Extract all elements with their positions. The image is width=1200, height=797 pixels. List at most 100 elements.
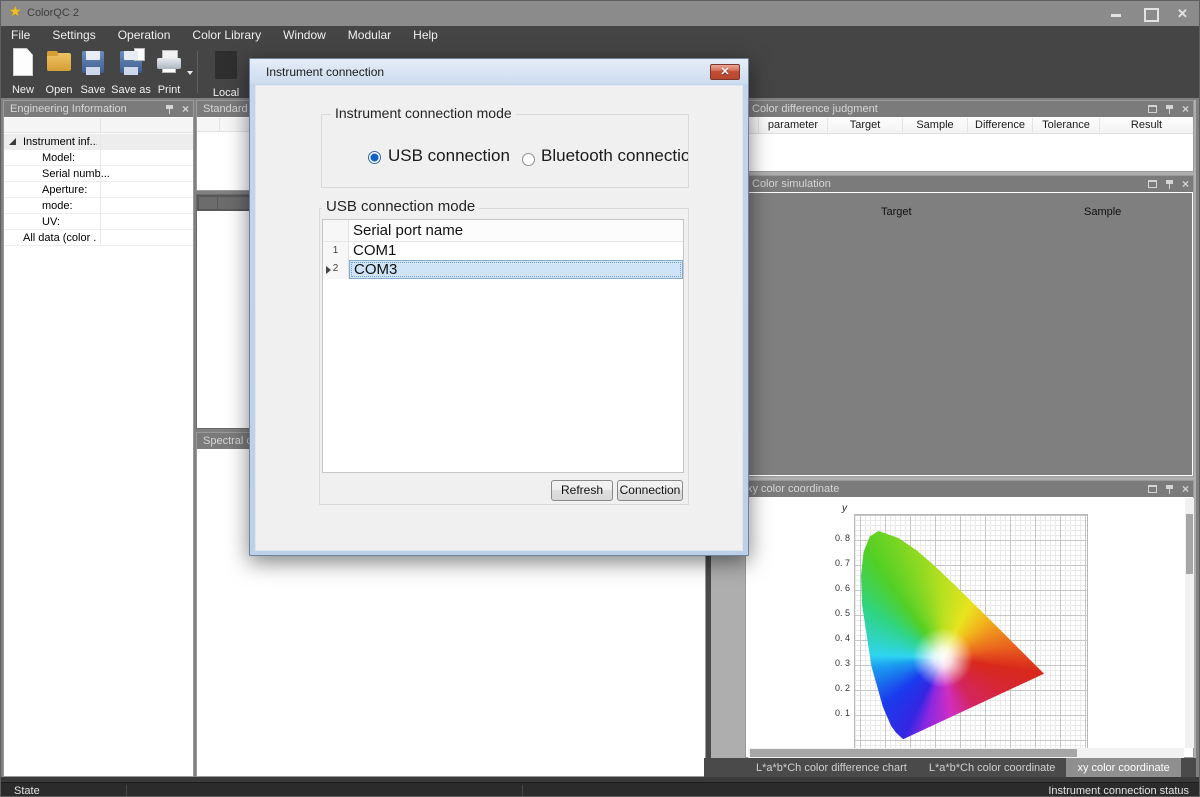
usb-connection-radio[interactable] — [368, 151, 381, 164]
column-sample[interactable]: Sample — [903, 118, 968, 133]
status-bar: State Instrument connection status — [1, 782, 1200, 797]
color-simulation-panel: Color simulation × Target Sample — [745, 175, 1194, 477]
scrollbar-thumb[interactable] — [750, 749, 1077, 757]
instrument-connection-mode-group: USB connection Bluetooth connection — [321, 114, 689, 188]
current-row-arrow-icon — [326, 266, 331, 274]
panel-close-icon[interactable]: × — [182, 104, 189, 114]
group1-label: Instrument connection mode — [331, 105, 516, 121]
group2-label: USB connection mode — [322, 198, 479, 215]
save-floppy-icon — [82, 48, 104, 76]
serial-port-table: Serial port name 1 COM1 2 COM3 — [322, 219, 684, 473]
save-as-icon — [120, 48, 142, 76]
y-tick: 0. 2 — [812, 683, 850, 693]
y-tick: 0. 5 — [812, 608, 850, 618]
column-tolerance[interactable]: Tolerance — [1033, 118, 1100, 133]
serial-port-row-com1[interactable]: 1 COM1 — [323, 242, 683, 260]
connection-button[interactable]: Connection — [617, 480, 683, 501]
status-instrument-connection-label: Instrument connection status — [1048, 785, 1189, 797]
refresh-button[interactable]: Refresh — [551, 480, 613, 501]
local-data-grid-icon — [215, 51, 237, 79]
column-target[interactable]: Target — [828, 118, 903, 133]
restore-icon[interactable] — [1148, 180, 1157, 188]
engineering-panel-header: Engineering Information × — [4, 101, 193, 117]
pin-icon[interactable] — [166, 104, 173, 114]
y-tick: 0. 1 — [812, 708, 850, 718]
judgment-table-header: parameter Target Sample Difference Toler… — [746, 118, 1193, 134]
y-tick: 0. 4 — [812, 633, 850, 643]
app-star-icon: ★ — [9, 3, 22, 20]
tree-header-strip — [4, 118, 193, 133]
xy-color-coordinate-panel: xy color coordinate × y 0. 8 0. 7 0. 6 0… — [745, 480, 1194, 758]
print-dropdown-icon[interactable] — [187, 71, 193, 75]
scrollbar-thumb[interactable] — [1186, 514, 1193, 574]
menu-file[interactable]: File — [11, 26, 41, 45]
new-button[interactable]: New — [3, 48, 43, 96]
status-state-label: State — [14, 785, 40, 797]
dialog-title: Instrument connection — [266, 65, 384, 79]
save-as-button[interactable]: Save as — [111, 48, 151, 96]
judgment-panel-header: Color difference judgment × — [746, 101, 1193, 117]
dialog-close-button[interactable]: ✕ — [710, 64, 740, 80]
y-tick: 0. 3 — [812, 658, 850, 668]
cie-gamut-horseshoe — [861, 531, 1044, 739]
print-button[interactable]: Print — [149, 48, 189, 96]
simulation-panel-header: Color simulation × — [746, 176, 1193, 192]
color-difference-judgment-panel: Color difference judgment × parameter Ta… — [745, 100, 1194, 172]
y-tick: 0. 6 — [812, 583, 850, 593]
close-button[interactable]: ✕ — [1176, 8, 1189, 19]
restore-icon[interactable] — [1148, 485, 1157, 493]
panel-close-icon[interactable]: × — [1182, 484, 1189, 494]
title-bar: ★ ColorQC 2 ✕ — [1, 1, 1200, 26]
engineering-information-panel: Engineering Information × Instrument inf… — [3, 100, 194, 777]
expander-icon[interactable] — [9, 138, 16, 145]
chromaticity-plot — [854, 514, 1088, 749]
sample-label: Sample — [1084, 206, 1121, 218]
com3-cell-selected[interactable]: COM3 — [349, 260, 683, 279]
tree-row-all-data[interactable]: All data (color ... — [4, 230, 193, 246]
xy-panel-header: xy color coordinate × — [746, 481, 1193, 497]
tree-row-serial[interactable]: Serial numb... — [4, 166, 193, 182]
vertical-scrollbar[interactable] — [1185, 498, 1194, 748]
horizontal-scrollbar[interactable] — [748, 748, 1184, 758]
minimize-button[interactable] — [1110, 8, 1123, 19]
target-label: Target — [881, 206, 912, 218]
column-result[interactable]: Result — [1100, 118, 1193, 133]
column-difference[interactable]: Difference — [968, 118, 1033, 133]
new-document-icon — [13, 48, 33, 76]
usb-connection-label[interactable]: USB connection — [388, 146, 510, 166]
pin-icon[interactable] — [1166, 484, 1173, 494]
com1-cell[interactable]: COM1 — [349, 242, 683, 260]
tree-row-aperture[interactable]: Aperture: — [4, 182, 193, 198]
menu-operation[interactable]: Operation — [107, 26, 182, 45]
bluetooth-connection-radio[interactable] — [522, 153, 535, 166]
tree-row-model[interactable]: Model: — [4, 150, 193, 166]
serial-port-name-header[interactable]: Serial port name — [349, 220, 683, 241]
print-icon — [156, 48, 182, 76]
open-folder-icon — [46, 48, 72, 76]
toolbar-separator — [197, 51, 198, 93]
column-parameter[interactable]: parameter — [759, 118, 828, 133]
menu-color-library[interactable]: Color Library — [181, 26, 272, 45]
save-button[interactable]: Save — [73, 48, 113, 96]
menu-modular[interactable]: Modular — [337, 26, 402, 45]
bluetooth-connection-label[interactable]: Bluetooth connection — [541, 146, 689, 166]
pin-icon[interactable] — [1166, 179, 1173, 189]
pin-icon[interactable] — [1166, 104, 1173, 114]
window-title: ColorQC 2 — [27, 7, 79, 19]
panel-close-icon[interactable]: × — [1182, 104, 1189, 114]
menu-window[interactable]: Window — [272, 26, 337, 45]
serial-port-row-com3[interactable]: 2 COM3 — [323, 260, 683, 279]
application-window: ★ ColorQC 2 ✕ File Settings Operation Co… — [0, 0, 1200, 797]
panel-close-icon[interactable]: × — [1182, 179, 1189, 189]
menu-settings[interactable]: Settings — [41, 26, 106, 45]
menu-help[interactable]: Help — [402, 26, 449, 45]
dialog-content: USB connection Bluetooth connection Inst… — [255, 85, 743, 551]
serial-port-table-header: Serial port name — [323, 220, 683, 242]
y-tick: 0. 8 — [812, 533, 850, 543]
tree-row-uv[interactable]: UV: — [4, 214, 193, 230]
y-axis-label: y — [842, 503, 847, 514]
restore-icon[interactable] — [1148, 105, 1157, 113]
tree-row-mode[interactable]: mode: — [4, 198, 193, 214]
tree-row-instrument-info[interactable]: Instrument inf... — [4, 134, 193, 150]
maximize-button[interactable] — [1143, 8, 1156, 19]
